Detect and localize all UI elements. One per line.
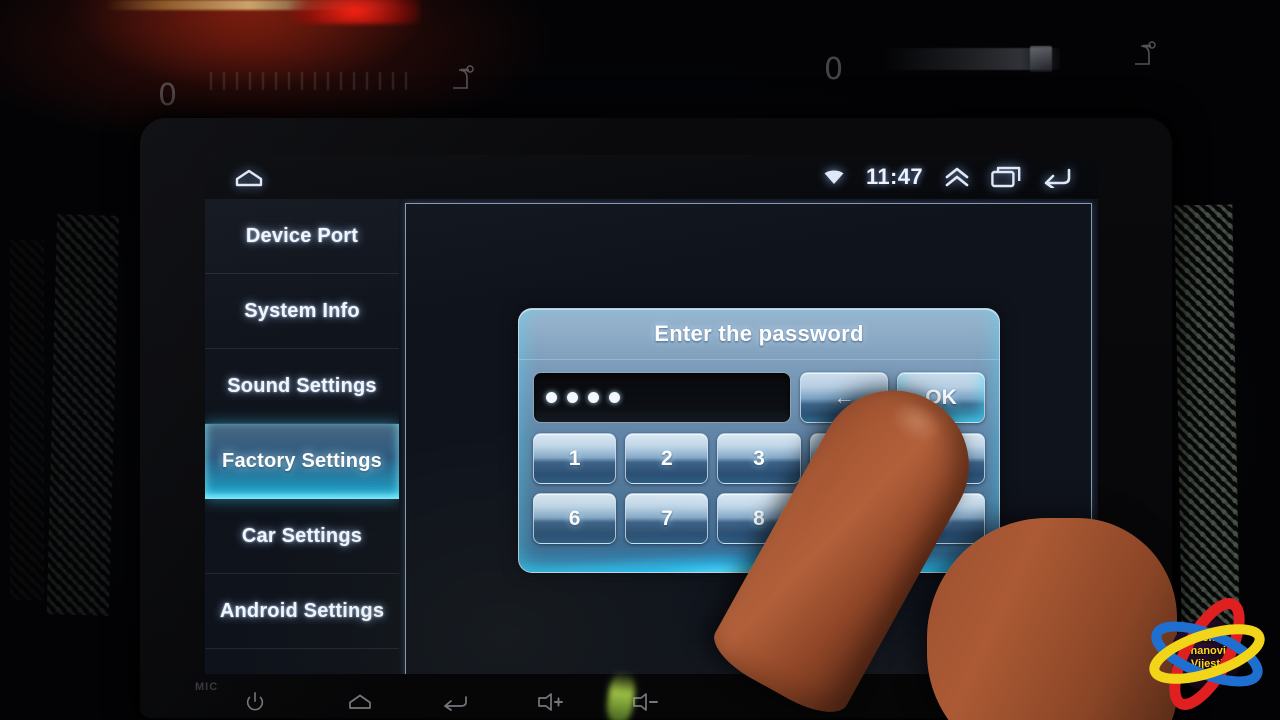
dialog-title: Enter the password [654,321,864,346]
key-4[interactable]: 4 [809,433,893,484]
volume-up-icon [538,693,563,711]
home-icon [349,694,371,709]
status-clock: 11:47 [865,164,923,189]
dashboard-red-glow [290,0,420,24]
dashboard-gauge-right-label: 0 [824,52,844,87]
key-2[interactable]: 2 [625,433,709,484]
back-button[interactable] [440,689,470,715]
key-0[interactable]: 0 [901,493,986,544]
sidebar-item-car-settings[interactable]: Car Settings [205,499,399,574]
watermark-rings-icon [1149,598,1265,710]
password-dot [588,392,599,403]
settings-sidebar[interactable]: Device Port System Info Sound Settings F… [205,199,399,674]
password-dialog[interactable]: Enter the password ← OK 1 2 3 4 5 6 7 8 … [518,308,1000,573]
mic-label: MIC [195,681,219,693]
back-arrow-icon [444,696,467,711]
sidebar-item-factory-settings[interactable]: Factory Settings [205,424,399,499]
recents-square-icon[interactable] [991,166,1021,188]
password-dot [609,392,620,403]
ok-button[interactable]: OK [897,372,985,423]
home-button[interactable] [345,689,375,715]
status-bar-right-group: 11:47 [823,155,1072,199]
password-input[interactable] [533,372,791,423]
backspace-button[interactable]: ← [800,372,888,423]
volume-down-icon [633,693,658,711]
key-5[interactable]: 5 [901,433,986,484]
dialog-title-divider [519,359,999,360]
sidebar-item-system-info[interactable]: System Info [205,274,399,349]
key-6[interactable]: 6 [533,493,617,544]
reset-label: RST [965,681,990,693]
seat-heater-icon [445,62,479,94]
wifi-icon [823,169,845,185]
head-unit-bottom-bezel: MIC RST [140,678,1172,718]
dialog-bottom-glow [521,545,997,572]
key-7[interactable]: 7 [625,493,709,544]
dashboard-slider-knob[interactable] [1030,46,1052,72]
sidebar-item-android-settings[interactable]: Android Settings [205,574,399,649]
numeric-keypad[interactable]: 1 2 3 4 5 6 7 8 9 0 [533,433,986,544]
key-9[interactable]: 9 [809,493,893,544]
photo-scene: 0 0 11:47 Device Port System Info Sound … [0,0,1280,720]
dashboard-scale-marks [210,72,410,90]
status-home-icon[interactable] [227,165,271,191]
double-chevron-up-icon[interactable] [944,166,970,188]
volume-up-button[interactable] [535,689,565,715]
power-icon [246,692,264,711]
sidebar-item-sound-settings[interactable]: Sound Settings [205,349,399,424]
power-button[interactable] [240,689,270,715]
password-dot [567,392,578,403]
carbon-fiber-trim-right [1174,204,1240,626]
seat-heater-icon [1127,38,1161,70]
carbon-fiber-trim-left [46,214,120,616]
status-bar: 11:47 [205,155,1098,199]
dashboard-gauge-left-label: 0 [158,78,178,113]
keypad-row: 6 7 8 9 0 [533,493,986,544]
back-arrow-icon[interactable] [1042,166,1072,188]
channel-watermark-logo: Dzemo zihanović Vijesti [1143,592,1271,716]
key-8[interactable]: 8 [717,493,801,544]
dashboard-vent-left [10,240,44,600]
password-dot [546,392,557,403]
sidebar-item-device-port[interactable]: Device Port [205,199,399,274]
key-1[interactable]: 1 [533,433,617,484]
android-screen[interactable]: 11:47 Device Port System Info Sound Sett… [205,155,1098,674]
keypad-row: 1 2 3 4 5 [533,433,986,484]
password-entry-row: ← OK [533,370,985,425]
key-3[interactable]: 3 [717,433,801,484]
